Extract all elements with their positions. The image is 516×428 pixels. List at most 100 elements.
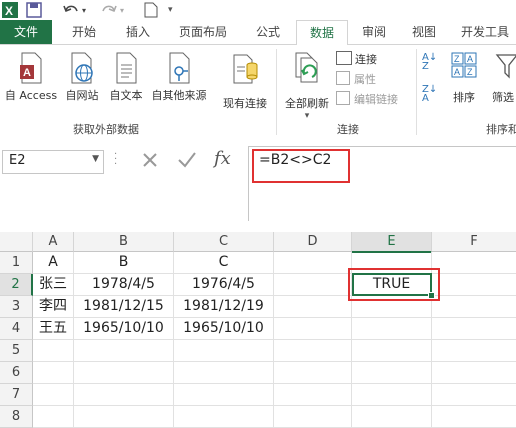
filter-button[interactable]: 筛选 [492, 51, 516, 105]
name-box-dropdown-icon[interactable]: ▼ [92, 154, 99, 164]
cell-B3[interactable]: 1981/12/15 [74, 296, 174, 318]
cell-C1[interactable]: C [174, 252, 274, 274]
tab-data[interactable]: 数据 [296, 20, 348, 46]
new-document-icon[interactable] [144, 2, 158, 18]
undo-dropdown-icon[interactable]: ▾ [82, 6, 86, 15]
redo-dropdown-icon[interactable]: ▾ [120, 6, 124, 15]
cell-D5[interactable] [274, 340, 352, 362]
cell-B1[interactable]: B [74, 252, 174, 274]
cell-D1[interactable] [274, 252, 352, 274]
column-header[interactable]: A [33, 232, 74, 252]
undo-icon[interactable] [62, 2, 80, 18]
row-header[interactable]: 1 [0, 252, 33, 274]
from-text-button[interactable]: 自文本 [104, 51, 148, 103]
cell-F8[interactable] [432, 406, 516, 428]
cell-B2[interactable]: 1978/4/5 [74, 274, 174, 296]
cell-C4[interactable]: 1965/10/10 [174, 318, 274, 340]
qat-customize-icon[interactable]: ▾ [168, 5, 173, 15]
cell-A5[interactable] [33, 340, 74, 362]
sort-az-icon[interactable]: A↓ Z [422, 53, 440, 73]
cell-F7[interactable] [432, 384, 516, 406]
select-all-corner[interactable] [0, 232, 33, 252]
cell-A8[interactable] [33, 406, 74, 428]
tab-insert[interactable]: 插入 [116, 20, 160, 44]
cell-F2[interactable] [432, 274, 516, 296]
cell-A2[interactable]: 张三 [33, 274, 74, 296]
cell-B8[interactable] [74, 406, 174, 428]
tab-home[interactable]: 开始 [62, 20, 106, 44]
existing-connections-button[interactable]: 现有连接 [218, 51, 272, 111]
row-header[interactable]: 2 [0, 274, 33, 296]
connections-button[interactable]: 连接 [336, 51, 416, 67]
column-header[interactable]: F [432, 232, 516, 252]
cell-C5[interactable] [174, 340, 274, 362]
cell-D6[interactable] [274, 362, 352, 384]
from-web-button[interactable]: 自网站 [60, 51, 104, 103]
cell-D3[interactable] [274, 296, 352, 318]
name-box-value: E2 [9, 153, 26, 168]
cell-F3[interactable] [432, 296, 516, 318]
cell-C8[interactable] [174, 406, 274, 428]
cell-A1[interactable]: A [33, 252, 74, 274]
cell-C2[interactable]: 1976/4/5 [174, 274, 274, 296]
spreadsheet-grid[interactable]: A B C D E F 1 2 3 4 5 6 7 8 A B C 张三 197… [0, 232, 516, 428]
formula-bar-grip-icon[interactable]: · · · [114, 150, 117, 170]
name-box[interactable]: E2 ▼ [2, 150, 104, 174]
cell-C7[interactable] [174, 384, 274, 406]
cell-D7[interactable] [274, 384, 352, 406]
tab-file[interactable]: 文件 [0, 20, 52, 44]
cell-E8[interactable] [352, 406, 432, 428]
row-header[interactable]: 6 [0, 362, 33, 384]
cell-A3[interactable]: 李四 [33, 296, 74, 318]
cell-E4[interactable] [352, 318, 432, 340]
cell-D2[interactable] [274, 274, 352, 296]
tab-formulas[interactable]: 公式 [246, 20, 290, 44]
row-header[interactable]: 8 [0, 406, 33, 428]
other-sources-icon [166, 51, 192, 85]
cell-C3[interactable]: 1981/12/19 [174, 296, 274, 318]
column-header[interactable]: B [74, 232, 174, 252]
redo-icon[interactable] [100, 2, 118, 18]
cell-B4[interactable]: 1965/10/10 [74, 318, 174, 340]
from-access-button[interactable]: A 自 Access [2, 51, 60, 103]
cell-F4[interactable] [432, 318, 516, 340]
cell-F1[interactable] [432, 252, 516, 274]
cell-B5[interactable] [74, 340, 174, 362]
cell-C6[interactable] [174, 362, 274, 384]
from-other-sources-button[interactable]: 自其他来源 [148, 51, 210, 103]
column-header[interactable]: E [352, 232, 432, 253]
cell-D4[interactable] [274, 318, 352, 340]
cell-B6[interactable] [74, 362, 174, 384]
tab-review[interactable]: 审阅 [354, 20, 394, 44]
column-header[interactable]: D [274, 232, 352, 252]
cell-F6[interactable] [432, 362, 516, 384]
save-icon[interactable] [26, 2, 42, 18]
sort-za-icon[interactable]: Z↓ A [422, 85, 440, 105]
cell-E7[interactable] [352, 384, 432, 406]
row-header[interactable]: 5 [0, 340, 33, 362]
tab-page-layout[interactable]: 页面布局 [170, 20, 236, 44]
refresh-dropdown-icon[interactable]: ▾ [280, 111, 334, 121]
cell-A4[interactable]: 王五 [33, 318, 74, 340]
row-header[interactable]: 4 [0, 318, 33, 340]
cell-A6[interactable] [33, 362, 74, 384]
tab-developer[interactable]: 开发工具 [454, 20, 516, 44]
cell-E5[interactable] [352, 340, 432, 362]
result-highlight-box [348, 268, 440, 301]
properties-button[interactable]: 属性 [336, 71, 416, 87]
enter-check-icon[interactable] [176, 150, 198, 170]
row-header[interactable]: 3 [0, 296, 33, 318]
cell-A7[interactable] [33, 384, 74, 406]
cell-B7[interactable] [74, 384, 174, 406]
cell-D8[interactable] [274, 406, 352, 428]
tab-view[interactable]: 视图 [404, 20, 444, 44]
cell-E6[interactable] [352, 362, 432, 384]
row-header[interactable]: 7 [0, 384, 33, 406]
refresh-all-button[interactable]: 全部刷新 ▾ [280, 51, 334, 121]
edit-links-button[interactable]: 编辑链接 [336, 91, 416, 107]
column-header[interactable]: C [174, 232, 274, 252]
cell-F5[interactable] [432, 340, 516, 362]
insert-function-icon[interactable]: fx [214, 148, 231, 169]
cancel-icon[interactable] [140, 150, 160, 170]
sort-button[interactable]: ZAAZ 排序 [446, 51, 482, 105]
